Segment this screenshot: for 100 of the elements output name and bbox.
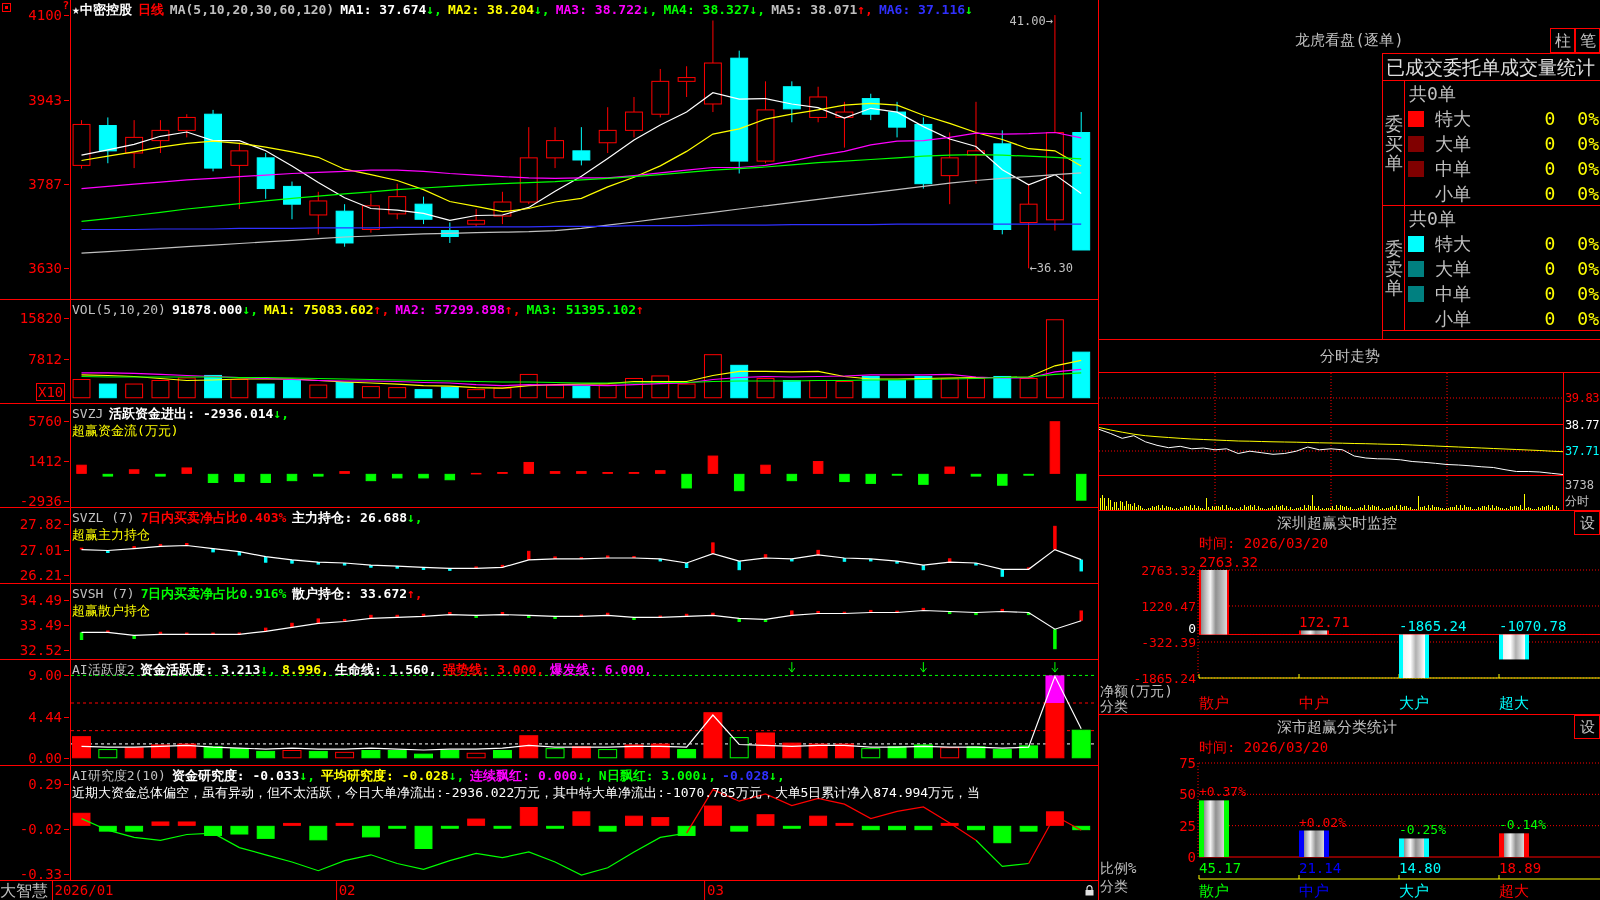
- axis-tick-label: 1412: [28, 453, 62, 468]
- legend-label: MA5: 38.071: [771, 1, 858, 18]
- order-size-label: 小单: [1435, 308, 1471, 329]
- trend-arrow: ↓,: [273, 405, 290, 422]
- trend-arrow: ↓,: [448, 767, 465, 784]
- trend-arrow: ↓,: [242, 301, 259, 318]
- trend-arrow: ↑: [636, 301, 644, 318]
- legend-label: -0.028: [722, 767, 770, 784]
- trend-arrow: ↓,: [577, 767, 593, 784]
- indicator-name: SVSH (7): [72, 585, 135, 602]
- axis-tick-label: 4100: [28, 8, 62, 23]
- axis-tick-label: 32.52: [19, 643, 62, 658]
- order-total: 共0单: [1409, 83, 1456, 104]
- order-share: 0%: [1577, 258, 1599, 279]
- axis-tick-label: 50: [1179, 786, 1196, 803]
- axis-tick-label: -0.33: [19, 866, 62, 881]
- section-title: 深市超赢分类统计: [1276, 718, 1397, 736]
- axis-tick-label: 15820: [19, 311, 62, 326]
- legend-label: MA2: 57299.898: [395, 301, 505, 318]
- axis-tick-label: 27.01: [19, 542, 62, 557]
- category-label: 大户: [1399, 882, 1429, 900]
- trend-arrow: ↑,: [373, 301, 390, 318]
- legend-label: 爆发线: 6.000,: [550, 661, 652, 678]
- indicator-subtitle: 超赢散户持仓: [72, 602, 150, 619]
- axis-tick-label: -0.02: [19, 821, 62, 836]
- axis-tick-label: 0.00: [28, 751, 62, 766]
- trend-arrow: ↑,: [504, 301, 521, 318]
- axis-tick-label: 1220.47: [1141, 599, 1196, 614]
- trend-arrow: ↓,: [426, 1, 442, 18]
- order-count: 0: [1544, 283, 1556, 304]
- category-label: 散户: [1199, 882, 1229, 900]
- indicator-name: SVZJ: [72, 405, 104, 422]
- date-time-label: 时间: 2026/03/20: [1199, 739, 1329, 755]
- legend-label: MA3: 51395.102: [526, 301, 637, 318]
- indicator-subtitle: 超赢主力持仓: [72, 526, 150, 543]
- trend-arrow: ↓,: [299, 767, 316, 784]
- order-count: 0: [1544, 108, 1556, 129]
- axis-tick-label: 4.44: [28, 710, 62, 725]
- order-total: 共0单: [1409, 208, 1456, 229]
- value-label: 14.80: [1399, 860, 1442, 876]
- date-label: 03: [704, 881, 724, 900]
- axis-tick-label: -322.39: [1141, 635, 1196, 650]
- trend-arrow: ↑,: [857, 1, 873, 18]
- legend-label: 生命线: 1.560,: [334, 661, 437, 678]
- value-label: 172.71: [1299, 614, 1350, 631]
- axis-tick-label: 75: [1179, 755, 1196, 771]
- brand-label: 大智慧: [0, 881, 48, 900]
- category-label: 中户: [1299, 694, 1329, 712]
- category-label: 散户: [1199, 694, 1229, 712]
- legend-label: MA3: 38.722: [555, 1, 642, 18]
- indicator-name: SVZL (7): [72, 509, 135, 526]
- change-label: -0.14%: [1499, 817, 1546, 833]
- value-label: 18.89: [1499, 860, 1542, 876]
- trend-arrow: ↓,: [534, 1, 550, 18]
- order-share: 0%: [1577, 233, 1599, 254]
- change-label: +0.02%: [1299, 814, 1346, 830]
- legend-label: 资金研究度: -0.033: [171, 767, 300, 784]
- axis-title: 分类: [1100, 878, 1128, 894]
- axis-tick-label: -2936: [19, 493, 62, 508]
- legend-label: N日飘红: 3.000: [598, 767, 701, 784]
- trend-arrow: ↓,: [407, 509, 423, 526]
- order-share: 0%: [1577, 308, 1599, 329]
- change-label: +0.37%: [1199, 784, 1246, 800]
- trend-arrow: ↓,: [641, 1, 658, 18]
- axis-tick-label: 3630: [28, 261, 62, 276]
- order-share: 0%: [1577, 183, 1599, 204]
- category-label: 超大: [1499, 882, 1529, 900]
- value-label: -1865.24: [1399, 618, 1467, 635]
- axis-title: 净额(万元): [1100, 683, 1173, 699]
- unit-label: X10: [36, 383, 66, 401]
- order-count: 0: [1544, 233, 1556, 254]
- axis-tick-label: 9.00: [28, 668, 62, 683]
- legend-label: 资金活跃度: 3.213: [140, 661, 261, 678]
- table-title: 已成交委托单成交量统计: [1386, 56, 1595, 78]
- axis-tick-label: 0: [1188, 621, 1196, 637]
- order-size-label: 中单: [1435, 158, 1471, 179]
- indicator-name: AI研究度2(10): [72, 767, 166, 784]
- trend-arrow: ↓,: [260, 661, 276, 678]
- order-share: 0%: [1577, 283, 1599, 304]
- order-share: 0%: [1577, 108, 1599, 129]
- order-size-label: 中单: [1435, 283, 1471, 304]
- legend-label: 活跃资金进出: -2936.014: [109, 405, 274, 422]
- axis-title: 比例%: [1100, 860, 1137, 876]
- order-count: 0: [1544, 308, 1556, 329]
- axis-tick-label: -1865.24: [1133, 671, 1196, 686]
- side-label: 委卖单: [1384, 238, 1403, 299]
- legend-label: 主力持仓: 26.688: [292, 509, 408, 526]
- axis-tick-label: 39.83: [1565, 392, 1600, 404]
- legend-label: 散户持仓: 33.672: [292, 585, 408, 602]
- trend-arrow: ↓,: [769, 767, 785, 784]
- indicator-name: VOL(5,10,20): [72, 301, 166, 318]
- trend-arrow: ↓,: [749, 1, 766, 18]
- legend-label: 8.996,: [281, 661, 329, 678]
- axis-tick-label: 27.82: [19, 517, 62, 532]
- high-price-label: 41.00→: [1009, 14, 1053, 29]
- legend-label: 平均研究度: -0.028: [321, 767, 449, 784]
- order-size-label: 特大: [1435, 108, 1471, 129]
- legend-label: MA1: 75083.602: [264, 301, 374, 318]
- date-label: 2026/01: [51, 881, 114, 900]
- legend-label: MA1: 37.674: [340, 1, 427, 18]
